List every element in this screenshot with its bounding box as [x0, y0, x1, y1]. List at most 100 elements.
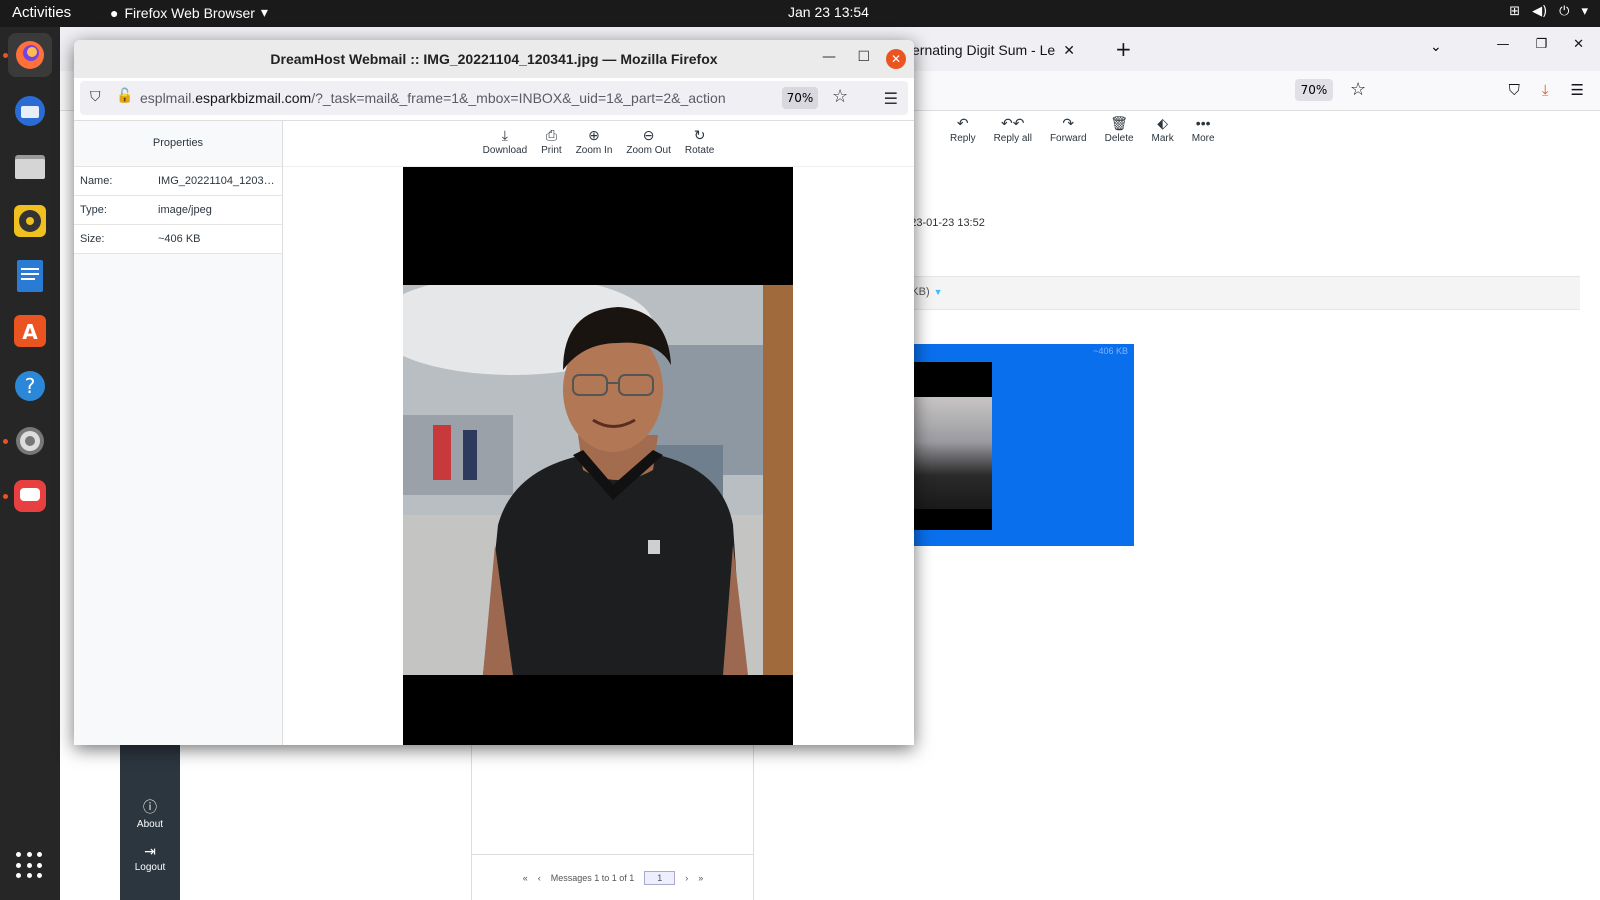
url-path: /?_task=mail&_frame=1&_mbox=INBOX&_uid=1… — [311, 90, 726, 106]
reply-all-button[interactable]: ↶↶ Reply all — [994, 115, 1032, 144]
reply-all-icon: ↶↶ — [1001, 115, 1025, 131]
reply-button[interactable]: ↶ Reply — [950, 115, 976, 144]
help-icon[interactable]: ? — [8, 364, 52, 408]
firefox-icon[interactable] — [8, 33, 52, 77]
restore-icon[interactable]: ❐ — [1535, 37, 1547, 52]
thumbnail-size: ~406 KB — [1093, 346, 1128, 356]
rhythmbox-icon[interactable] — [8, 199, 52, 243]
last-page-icon[interactable]: » — [698, 873, 703, 883]
close-icon[interactable]: ✕ — [1063, 42, 1075, 59]
shield-icon[interactable]: ⛉ — [90, 89, 101, 105]
zoom-out-button[interactable]: ⊖ Zoom Out — [626, 127, 670, 166]
message-toolbar: ↶ Reply ↶↶ Reply all ↷ Forward 🗑 Delete ⬖ Mar… — [950, 115, 1215, 144]
about-button[interactable]: ⓘ About — [120, 797, 180, 830]
viewer-toolbar: ⤓ Download ⎙ Print ⊕ Zoom In ⊖ Zoom Out ↻ Rot… — [283, 121, 914, 167]
zoom-in-button[interactable]: ⊕ Zoom In — [576, 127, 613, 166]
system-tray[interactable]: ⊞ ◀) ⏻ ▾ — [1509, 4, 1588, 19]
window-title: DreamHost Webmail :: IMG_20221104_120341… — [270, 51, 718, 67]
mark-button[interactable]: ⬖ Mark — [1152, 115, 1174, 144]
prev-page-icon[interactable]: ‹ — [538, 873, 541, 883]
attachment-thumbnail-box[interactable]: ~406 KB — [896, 344, 1134, 546]
app-menu-label: Firefox Web Browser — [124, 4, 255, 21]
more-button[interactable]: ••• More — [1192, 115, 1215, 144]
printer-icon: ⎙ — [545, 127, 558, 143]
new-tab-button[interactable]: + — [1115, 37, 1132, 61]
activities-button[interactable]: Activities — [12, 4, 71, 21]
volume-icon: ◀) — [1532, 4, 1548, 19]
property-key: Type: — [80, 204, 107, 216]
image-viewer: ⤓ Download ⎙ Print ⊕ Zoom In ⊖ Zoom Out ↻ Rot… — [283, 121, 914, 745]
reply-icon: ↶ — [956, 115, 969, 131]
running-indicator — [3, 53, 8, 58]
logout-label: Logout — [134, 862, 166, 873]
property-value: ~406 KB — [158, 233, 201, 245]
properties-panel: Properties Name: IMG_20221104_120341.jpg… — [74, 121, 283, 745]
download-icon: ⤓ — [501, 127, 508, 143]
message-list-footer: « ‹ Messages 1 to 1 of 1 1 › » — [472, 854, 754, 900]
url-bar[interactable]: ⛉ 🔓 esplmail.esparkbizmail.com/?_task=ma… — [80, 81, 908, 115]
zoom-indicator[interactable]: 70% — [1295, 79, 1333, 101]
network-icon: ⊞ — [1509, 4, 1521, 19]
reply-label: Reply — [950, 133, 976, 144]
rotate-button[interactable]: ↻ Rotate — [685, 127, 714, 166]
power-icon: ⏻ — [1559, 4, 1570, 19]
page-number[interactable]: 1 — [644, 870, 676, 885]
app-menu[interactable]: ● Firefox Web Browser ▾ — [110, 4, 268, 21]
chat-icon[interactable] — [8, 474, 52, 518]
clock[interactable]: Jan 23 13:54 — [788, 4, 869, 20]
next-page-icon[interactable]: › — [685, 873, 688, 883]
logout-button[interactable]: ⇥ Logout — [120, 843, 180, 873]
mark-label: Mark — [1151, 133, 1174, 144]
close-icon[interactable]: ✕ — [1573, 37, 1584, 52]
forward-label: Forward — [1049, 133, 1087, 144]
bookmark-star-icon[interactable]: ☆ — [832, 86, 848, 107]
maximize-icon[interactable]: ☐ — [857, 49, 870, 65]
print-label: Print — [541, 145, 562, 156]
thunderbird-icon[interactable] — [8, 89, 52, 133]
info-icon: ⓘ — [143, 799, 157, 815]
download-button[interactable]: ⤓ Download — [483, 127, 527, 166]
tag-icon: ⬖ — [1157, 115, 1169, 131]
forward-icon: ↷ — [1062, 115, 1075, 131]
window-titlebar[interactable]: DreamHost Webmail :: IMG_20221104_120341… — [74, 40, 914, 78]
writer-icon[interactable] — [8, 254, 52, 298]
first-page-icon[interactable]: « — [523, 873, 528, 883]
zoom-out-label: Zoom Out — [626, 145, 671, 156]
delete-button[interactable]: 🗑 Delete — [1105, 115, 1134, 144]
zoom-in-icon: ⊕ — [588, 127, 600, 143]
delete-label: Delete — [1104, 133, 1134, 144]
tab-alternating-digit-sum[interactable]: lternating Digit Sum - Le ✕ — [905, 33, 1075, 67]
list-tabs-icon[interactable]: ⌄ — [1430, 39, 1442, 55]
attachment-photo — [403, 285, 793, 675]
zoom-out-icon: ⊖ — [642, 127, 655, 143]
lock-icon[interactable]: 🔓 — [116, 88, 133, 104]
property-row: Size: ~406 KB — [74, 225, 282, 254]
popup-body: Properties Name: IMG_20221104_120341.jpg… — [74, 120, 914, 745]
toolbar-icons: ⛉ ⤓ ☰ — [1509, 81, 1600, 99]
property-row: Type: image/jpeg — [74, 196, 282, 225]
rotate-icon: ↻ — [693, 127, 706, 143]
menu-icon[interactable]: ☰ — [884, 89, 898, 108]
download-icon[interactable]: ⤓ — [1542, 81, 1549, 99]
more-label: More — [1191, 133, 1215, 144]
files-icon[interactable] — [8, 144, 52, 188]
image-frame[interactable] — [403, 167, 793, 745]
minimize-icon[interactable]: — — [822, 49, 836, 65]
app-center-icon[interactable]: A — [8, 309, 52, 353]
properties-header: Properties — [74, 121, 282, 167]
forward-button[interactable]: ↷ Forward — [1050, 115, 1087, 144]
tab-title: lternating Digit Sum - Le — [905, 42, 1056, 58]
minimize-icon[interactable]: — — [1496, 37, 1509, 52]
settings-icon[interactable] — [8, 419, 52, 463]
firefox-icon: ● — [110, 4, 119, 21]
show-applications-icon[interactable] — [16, 852, 44, 880]
close-icon[interactable]: ✕ — [886, 49, 906, 69]
chevron-down-icon[interactable]: ▼ — [934, 287, 943, 297]
bookmark-star-icon[interactable]: ☆ — [1350, 79, 1366, 100]
print-button[interactable]: ⎙ Print — [541, 127, 562, 166]
menu-icon[interactable]: ☰ — [1571, 81, 1584, 99]
zoom-indicator[interactable]: 70% — [782, 87, 818, 109]
url-text[interactable]: esplmail.esparkbizmail.com/?_task=mail&_… — [140, 90, 780, 106]
pocket-icon[interactable]: ⛉ — [1509, 81, 1520, 99]
attachment-row[interactable]: 06 KB)▼ — [896, 276, 1580, 310]
